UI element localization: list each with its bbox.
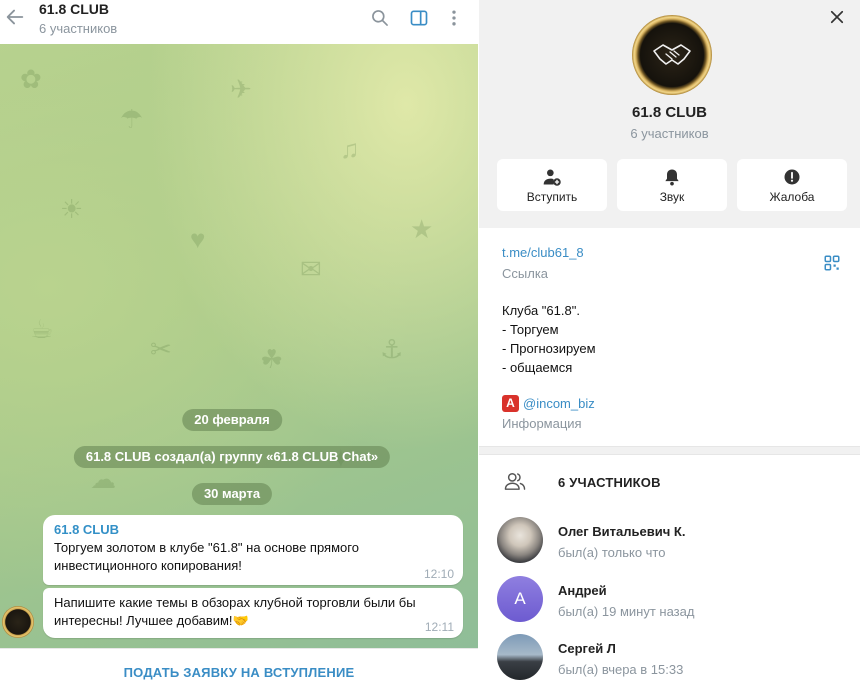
member-status: был(а) только что xyxy=(558,545,666,560)
doodle-icon: ✉ xyxy=(300,254,322,284)
bell-icon xyxy=(665,169,679,186)
sender-avatar[interactable] xyxy=(2,606,34,638)
join-request-button[interactable]: ПОДАТЬ ЗАЯВКУ НА ВСТУПЛЕНИЕ xyxy=(124,665,355,680)
sound-button-label: Звук xyxy=(659,190,685,204)
add-user-icon xyxy=(543,169,561,186)
doodle-icon: ♫ xyxy=(340,134,360,164)
member-name: Андрей xyxy=(558,583,607,598)
member-status: был(а) 19 минут назад xyxy=(558,604,695,619)
date-separator: 30 марта xyxy=(191,483,273,505)
members-icon xyxy=(504,473,526,490)
close-icon[interactable] xyxy=(828,8,846,26)
message-time: 12:10 xyxy=(423,567,454,581)
group-info-panel: 61.8 CLUB 6 участников Вступить Звук Жал… xyxy=(479,0,860,688)
back-arrow-icon[interactable] xyxy=(4,6,26,28)
info-header: 61.8 CLUB 6 участников Вступить Звук Жал… xyxy=(479,0,860,228)
mention-link[interactable]: @incom_biz xyxy=(523,396,595,411)
chat-subtitle[interactable]: 6 участников xyxy=(39,21,117,36)
date-separator: 20 февраля xyxy=(182,409,282,431)
doodle-icon: ☕ xyxy=(30,314,54,344)
group-link[interactable]: t.me/club61_8 xyxy=(502,245,584,260)
service-message: 61.8 CLUB создал(а) группу «61.8 CLUB Ch… xyxy=(73,446,391,468)
message-text: Торгуем золотом в клубе "61.8" на основе… xyxy=(54,540,359,573)
join-button-label: Вступить xyxy=(526,190,578,204)
qr-code-icon[interactable] xyxy=(823,254,841,272)
section-divider xyxy=(479,446,860,455)
member-row[interactable]: Сергей Л был(а) вчера в 15:33 xyxy=(479,634,860,688)
chat-pane: 61.8 CLUB 6 участников ✿ ☂ ✈ ♫ ☀ ♥ ✉ ★ ☕… xyxy=(0,0,478,688)
doodle-icon: ☁ xyxy=(90,464,116,494)
info-caption: Информация xyxy=(502,416,582,431)
doodle-icon: ✿ xyxy=(20,64,42,94)
member-name: Сергей Л xyxy=(558,641,616,656)
chat-title[interactable]: 61.8 CLUB xyxy=(39,1,109,17)
handshake-icon xyxy=(653,44,691,65)
mention-row: A @incom_biz xyxy=(502,395,595,413)
search-icon[interactable] xyxy=(370,8,390,28)
doodle-icon: ☘ xyxy=(260,344,284,374)
doodle-icon: ☀ xyxy=(60,194,84,224)
member-row[interactable]: Олег Витальевич К. был(а) только что xyxy=(479,517,860,573)
link-caption: Ссылка xyxy=(502,266,549,281)
doodle-icon: ⚓ xyxy=(380,334,404,364)
a-letter-badge-icon: A xyxy=(502,395,519,413)
member-avatar[interactable]: А xyxy=(497,576,543,622)
message-text: Напишите какие темы в обзорах клубной то… xyxy=(54,595,416,628)
doodle-icon: ★ xyxy=(410,214,434,244)
report-button[interactable]: Жалоба xyxy=(737,159,847,211)
more-vertical-icon[interactable] xyxy=(444,8,464,28)
report-button-label: Жалоба xyxy=(769,190,815,204)
group-title: 61.8 CLUB xyxy=(631,104,708,121)
join-button[interactable]: Вступить xyxy=(497,159,607,211)
doodle-icon: ✈ xyxy=(230,74,252,104)
member-status: был(а) вчера в 15:33 xyxy=(558,662,684,677)
sound-button[interactable]: Звук xyxy=(617,159,727,211)
member-avatar[interactable] xyxy=(497,517,543,563)
chat-header: 61.8 CLUB 6 участников xyxy=(0,0,478,44)
doodle-icon: ♥ xyxy=(190,224,206,254)
join-request-bar: ПОДАТЬ ЗАЯВКУ НА ВСТУПЛЕНИЕ xyxy=(0,648,478,688)
side-panel-icon[interactable] xyxy=(409,8,429,28)
member-name: Олег Витальевич К. xyxy=(558,524,686,539)
group-avatar[interactable] xyxy=(632,15,712,95)
member-avatar[interactable] xyxy=(497,634,543,680)
members-header: 6 УЧАСТНИКОВ xyxy=(558,475,661,490)
message-time: 12:11 xyxy=(424,620,454,634)
message-bubble[interactable]: Напишите какие темы в обзорах клубной то… xyxy=(43,588,463,638)
group-description: Клуба "61.8". - Торгуем - Прогнозируем -… xyxy=(502,303,596,375)
doodle-icon: ☂ xyxy=(120,104,144,134)
message-sender[interactable]: 61.8 CLUB xyxy=(54,521,453,539)
report-icon xyxy=(784,169,800,185)
group-member-count: 6 участников xyxy=(630,126,709,141)
message-bubble[interactable]: 61.8 CLUB Торгуем золотом в клубе "61.8"… xyxy=(43,515,463,585)
doodle-icon: ✂ xyxy=(150,334,172,364)
member-row[interactable]: А Андрей был(а) 19 минут назад xyxy=(479,576,860,632)
